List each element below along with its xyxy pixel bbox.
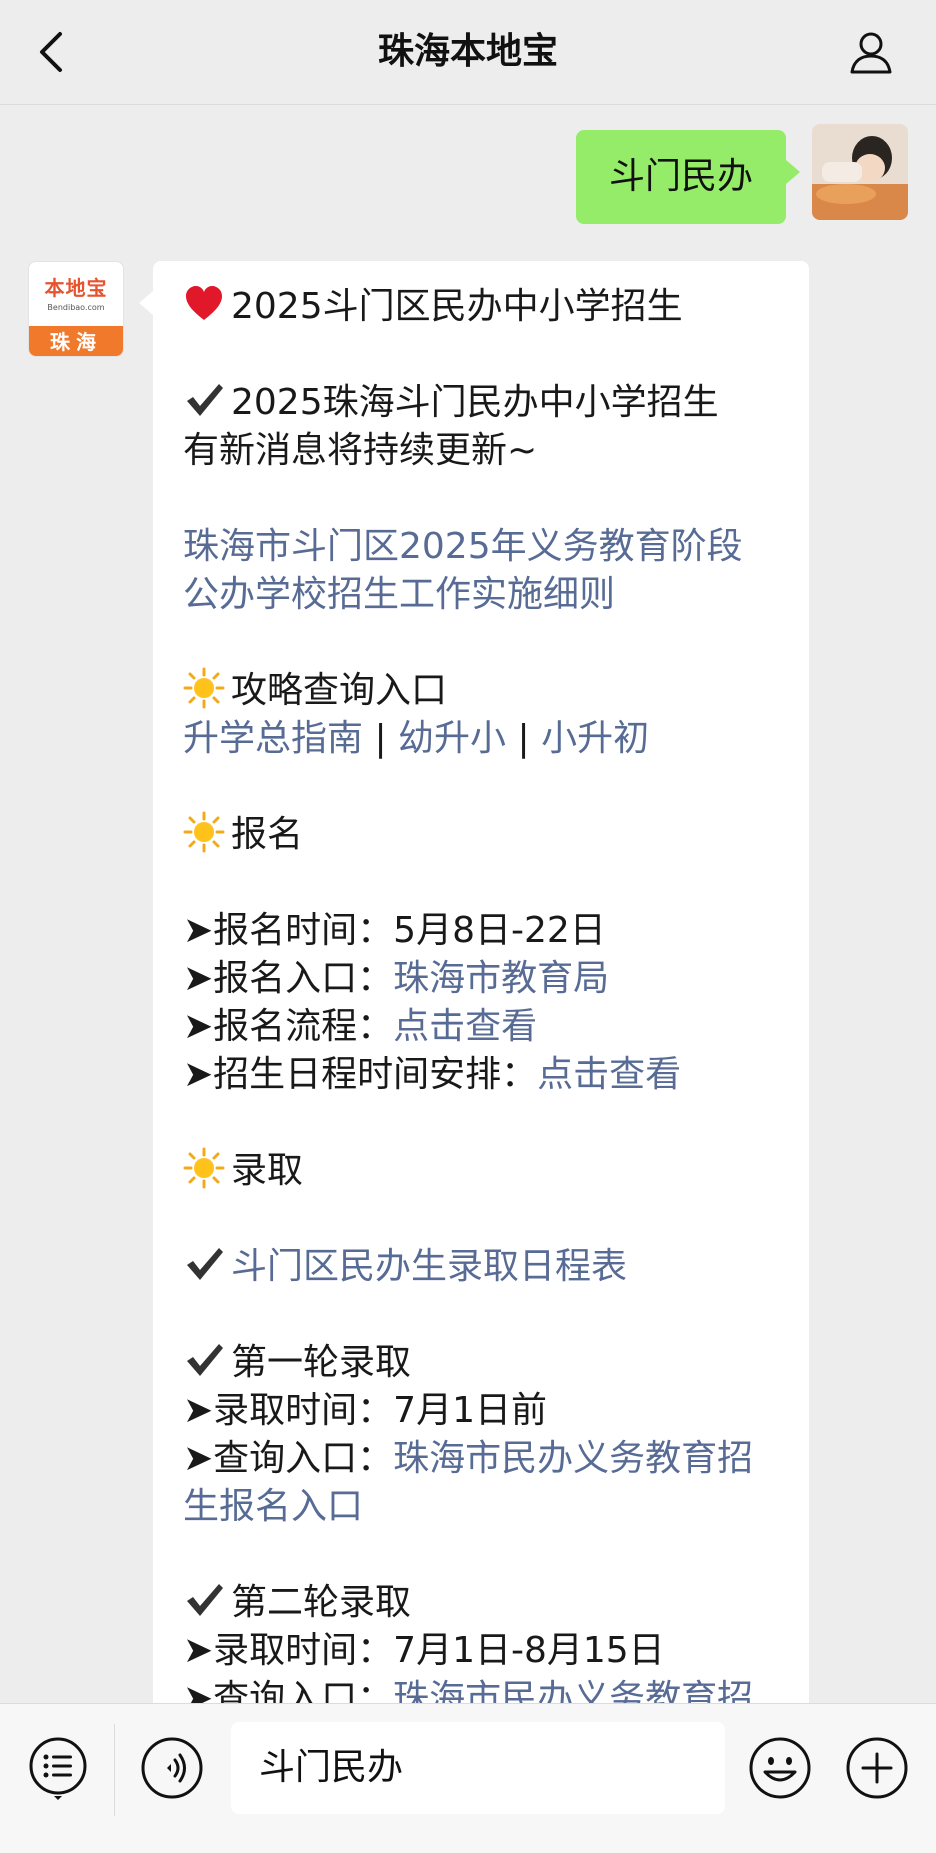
bar-divider — [114, 1724, 115, 1816]
signup-time: ➤报名时间：5月8日-22日 — [183, 910, 606, 951]
guide-link-primary-to-junior[interactable]: 小升初 — [541, 718, 649, 759]
separator: | — [363, 718, 399, 759]
guide-link-kindergarten-to-primary[interactable]: 幼升小 — [398, 718, 506, 759]
red-heart-icon — [186, 286, 222, 320]
guide-section-title: 攻略查询入口 — [183, 667, 781, 715]
voice-icon[interactable] — [140, 1736, 204, 1800]
list-menu-icon[interactable] — [26, 1736, 90, 1800]
round2-time: ➤录取时间：7月1日-8月15日 — [183, 1630, 665, 1671]
signup-section-title: 报名 — [183, 811, 781, 859]
chat-area[interactable]: 斗门民办 本地宝 Bendibao.com 珠海 2025斗门区民办中小学招生 … — [0, 106, 936, 1703]
round1-title: 第一轮录取 — [183, 1339, 781, 1387]
account-avatar[interactable]: 本地宝 Bendibao.com 珠海 — [28, 261, 124, 357]
check-mark-icon — [187, 1584, 223, 1616]
round1-query-link[interactable]: 珠海市民办义务教育招 — [393, 1438, 753, 1479]
schedule-link[interactable]: 点击查看 — [537, 1054, 681, 1095]
plus-icon[interactable] — [845, 1736, 909, 1800]
round1-query-link-cont[interactable]: 生报名入口 — [183, 1483, 781, 1531]
sun-icon — [183, 667, 225, 709]
intro-line-2: 有新消息将持续更新~ — [183, 430, 538, 471]
guide-link-overview[interactable]: 升学总指南 — [183, 718, 363, 759]
chat-title: 珠海本地宝 — [377, 31, 558, 72]
separator: | — [506, 718, 542, 759]
round1-query: ➤查询入口：珠海市民办义务教育招 — [183, 1438, 754, 1479]
logo-text: 本地宝 — [44, 276, 108, 300]
guide-links: 升学总指南 | 幼升小 | 小升初 — [183, 715, 781, 763]
received-message-bubble: 2025斗门区民办中小学招生 2025珠海斗门民办中小学招生 有新消息将持续更新… — [139, 261, 809, 1703]
schedule: ➤招生日程时间安排：点击查看 — [183, 1054, 682, 1095]
signup-flow-link[interactable]: 点击查看 — [393, 1006, 537, 1047]
round2-query: ➤查询入口：珠海市民办义务教育招 — [183, 1675, 781, 1703]
policy-link-line-2[interactable]: 公办学校招生工作实施细则 — [183, 571, 781, 619]
user-photo — [812, 124, 908, 220]
logo-city: 珠海 — [29, 326, 123, 356]
check-mark-icon — [187, 1248, 223, 1280]
sent-message-row: 斗门民办 — [508, 124, 908, 224]
sent-message-bubble[interactable]: 斗门民办 — [576, 130, 800, 224]
admit-schedule-link[interactable]: 斗门区民办生录取日程表 — [231, 1246, 627, 1287]
logo-url: Bendibao.com — [47, 303, 105, 312]
sun-icon — [183, 1147, 225, 1189]
person-icon[interactable] — [848, 30, 894, 76]
smiley-icon[interactable] — [748, 1736, 812, 1800]
check-mark-icon — [187, 1344, 223, 1376]
admit-schedule: 斗门区民办生录取日程表 — [183, 1243, 781, 1291]
message-heading: 2025斗门区民办中小学招生 — [183, 283, 781, 331]
signup-flow: ➤报名流程：点击查看 — [183, 1006, 538, 1047]
sun-icon — [183, 811, 225, 853]
input-bar: 斗门民办 — [0, 1703, 936, 1853]
policy-link-line-1[interactable]: 珠海市斗门区2025年义务教育阶段 — [183, 523, 781, 571]
intro-line-1: 2025珠海斗门民办中小学招生 — [183, 379, 781, 427]
message-input[interactable]: 斗门民办 — [231, 1722, 725, 1814]
signup-entry-link[interactable]: 珠海市教育局 — [393, 958, 609, 999]
my-avatar[interactable] — [812, 124, 908, 220]
round1-time: ➤录取时间：7月1日前 — [183, 1390, 547, 1431]
round2-query-link[interactable]: 珠海市民办义务教育招 — [393, 1678, 753, 1703]
round2-title: 第二轮录取 — [183, 1579, 781, 1627]
logo-top: 本地宝 Bendibao.com — [29, 262, 123, 326]
signup-entry: ➤报名入口：珠海市教育局 — [183, 958, 610, 999]
admit-section-title: 录取 — [183, 1147, 781, 1195]
nav-bar: 珠海本地宝 — [0, 0, 936, 105]
check-mark-icon — [187, 384, 223, 416]
